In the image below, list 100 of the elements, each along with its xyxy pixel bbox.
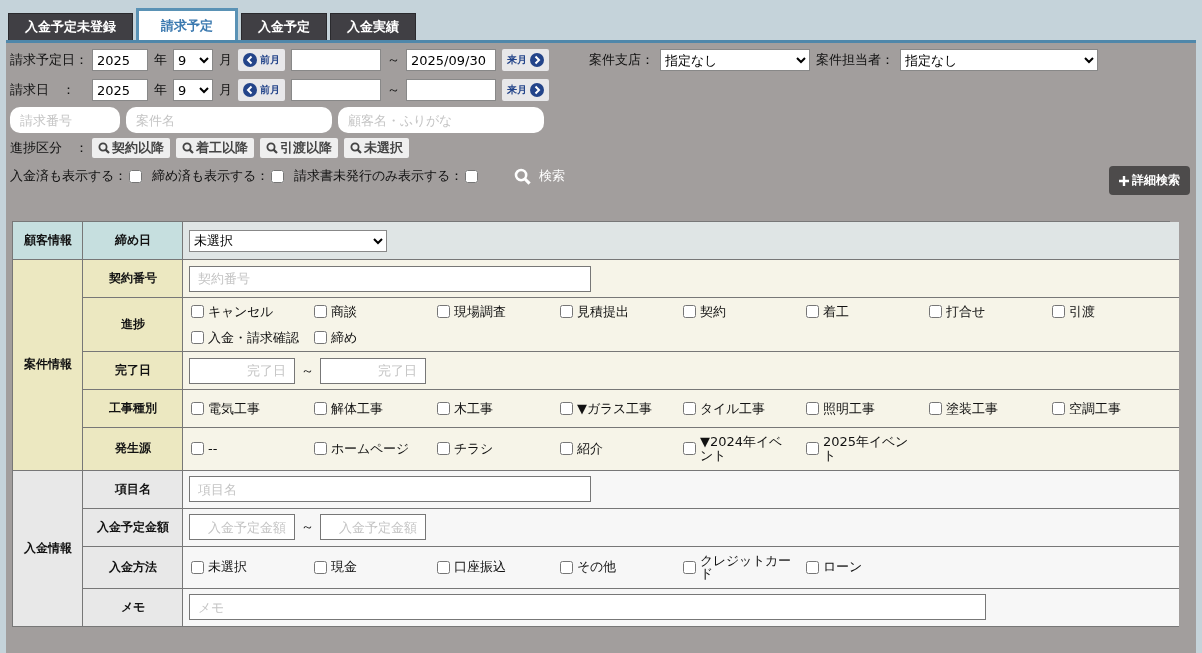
dropdown[interactable]: 指定なし bbox=[900, 49, 1098, 71]
checkbox[interactable] bbox=[683, 442, 696, 456]
progress-filter-button[interactable]: 契約以降 bbox=[92, 138, 170, 158]
progress-filter-button[interactable]: 未選択 bbox=[344, 138, 409, 158]
checkbox-label: 現金 bbox=[331, 560, 357, 574]
checkbox-label: 打合せ bbox=[946, 305, 985, 319]
checkbox[interactable] bbox=[437, 442, 450, 456]
checkbox[interactable] bbox=[191, 560, 204, 574]
progress-filter-button[interactable]: 引渡以降 bbox=[260, 138, 338, 158]
checkbox-label: 口座振込 bbox=[454, 560, 506, 574]
row-heading: 締め日 bbox=[83, 222, 183, 260]
checkbox[interactable] bbox=[929, 402, 942, 416]
month-select[interactable]: 9 bbox=[173, 79, 213, 101]
checkbox[interactable] bbox=[1052, 402, 1065, 416]
tab[interactable]: 請求予定 bbox=[136, 8, 238, 40]
checkbox-label: 照明工事 bbox=[823, 401, 875, 416]
checkbox[interactable] bbox=[683, 305, 696, 319]
row-heading: メモ bbox=[83, 588, 183, 627]
next-month-button[interactable]: 来月 bbox=[502, 79, 549, 101]
section-heading: 入金情報 bbox=[13, 470, 83, 627]
text-input[interactable]: 項目名 bbox=[189, 476, 591, 503]
tilde: ～ bbox=[387, 81, 400, 99]
month-select[interactable]: 9 bbox=[173, 49, 213, 71]
date-from-input[interactable] bbox=[291, 49, 381, 71]
checkbox[interactable] bbox=[1052, 305, 1065, 319]
year-input[interactable]: 2025 bbox=[92, 49, 148, 71]
checkbox[interactable] bbox=[806, 442, 819, 456]
row-heading: 発生源 bbox=[83, 428, 183, 471]
checkbox[interactable] bbox=[314, 305, 327, 319]
checkbox[interactable] bbox=[191, 305, 204, 319]
checkbox[interactable] bbox=[560, 305, 573, 319]
checkbox[interactable] bbox=[560, 442, 573, 456]
checkbox-label: タイル工事 bbox=[700, 401, 765, 416]
range-to-input[interactable]: 入金予定金額 bbox=[320, 514, 426, 541]
checkbox[interactable] bbox=[129, 169, 142, 183]
checkbox-label: 見積提出 bbox=[577, 305, 629, 319]
checkbox[interactable] bbox=[314, 560, 327, 574]
checkbox[interactable] bbox=[314, 442, 327, 456]
checkbox-label: 請求書未発行のみ表示する： bbox=[294, 167, 463, 185]
checkbox[interactable] bbox=[683, 402, 696, 416]
row-heading: 進捗 bbox=[83, 298, 183, 353]
checkbox-label: 契約 bbox=[700, 305, 726, 319]
search-icon bbox=[350, 142, 362, 154]
next-month-button[interactable]: 来月 bbox=[502, 49, 549, 71]
range-from-input[interactable]: 入金予定金額 bbox=[189, 514, 295, 541]
field-label: 案件支店： bbox=[589, 51, 654, 69]
section-heading: 案件情報 bbox=[13, 260, 83, 471]
checkbox[interactable] bbox=[271, 169, 284, 183]
month-label: 月 bbox=[219, 81, 232, 99]
row-heading: 入金方法 bbox=[83, 546, 183, 589]
checkbox[interactable] bbox=[465, 169, 478, 183]
checkbox-label: 入金済も表示する： bbox=[10, 167, 127, 185]
date-from-input[interactable] bbox=[291, 79, 381, 101]
search-icon bbox=[514, 167, 531, 185]
checkbox[interactable] bbox=[437, 560, 450, 574]
row-heading: 項目名 bbox=[83, 470, 183, 509]
section-heading: 顧客情報 bbox=[13, 222, 83, 260]
checkbox[interactable] bbox=[806, 402, 819, 416]
tab[interactable]: 入金予定 bbox=[241, 13, 327, 40]
tab[interactable]: 入金予定未登録 bbox=[8, 13, 133, 40]
checkbox[interactable] bbox=[806, 305, 819, 319]
checkbox[interactable] bbox=[929, 305, 942, 319]
search-icon bbox=[98, 142, 110, 154]
closing-date-select[interactable]: 未選択 bbox=[189, 229, 387, 252]
checkbox-label: ローン bbox=[823, 560, 862, 574]
checkbox[interactable] bbox=[191, 442, 204, 456]
tab[interactable]: 入金実績 bbox=[330, 13, 416, 40]
search-input[interactable]: 顧客名・ふりがな bbox=[338, 107, 544, 133]
dropdown[interactable]: 指定なし bbox=[660, 49, 810, 71]
search-input[interactable]: 案件名 bbox=[126, 107, 332, 133]
year-input[interactable]: 2025 bbox=[92, 79, 148, 101]
date-to-input[interactable]: 2025/09/30 bbox=[406, 49, 496, 71]
year-label: 年 bbox=[154, 81, 167, 99]
checkbox[interactable] bbox=[560, 402, 573, 416]
checkbox[interactable] bbox=[437, 402, 450, 416]
date-to-input[interactable] bbox=[406, 79, 496, 101]
detail-search-button[interactable]: 詳細検索 bbox=[1109, 166, 1190, 195]
checkbox[interactable] bbox=[437, 305, 450, 319]
checkbox[interactable] bbox=[191, 330, 204, 344]
progress-filter-button[interactable]: 着工以降 bbox=[176, 138, 254, 158]
memo-input[interactable]: メモ bbox=[189, 594, 986, 621]
checkbox[interactable] bbox=[314, 402, 327, 416]
previous-month-button[interactable]: 前月 bbox=[238, 49, 285, 71]
range-to-input[interactable]: 完了日 bbox=[320, 357, 426, 384]
checkbox[interactable] bbox=[560, 560, 573, 574]
row-heading: 完了日 bbox=[83, 352, 183, 391]
checkbox[interactable] bbox=[806, 560, 819, 574]
range-from-input[interactable]: 完了日 bbox=[189, 357, 295, 384]
text-input[interactable]: 契約番号 bbox=[189, 265, 591, 292]
checkbox[interactable] bbox=[683, 560, 696, 574]
field-label: 案件担当者： bbox=[816, 51, 894, 69]
checkbox-label: 商談 bbox=[331, 305, 357, 319]
checkbox-label: 引渡 bbox=[1069, 305, 1095, 319]
checkbox-label: 解体工事 bbox=[331, 401, 383, 416]
previous-month-button[interactable]: 前月 bbox=[238, 79, 285, 101]
checkbox[interactable] bbox=[191, 402, 204, 416]
checkbox-label: 紹介 bbox=[577, 442, 603, 456]
checkbox-label: 未選択 bbox=[208, 560, 247, 574]
checkbox-label: キャンセル bbox=[208, 305, 273, 319]
checkbox[interactable] bbox=[314, 330, 327, 344]
